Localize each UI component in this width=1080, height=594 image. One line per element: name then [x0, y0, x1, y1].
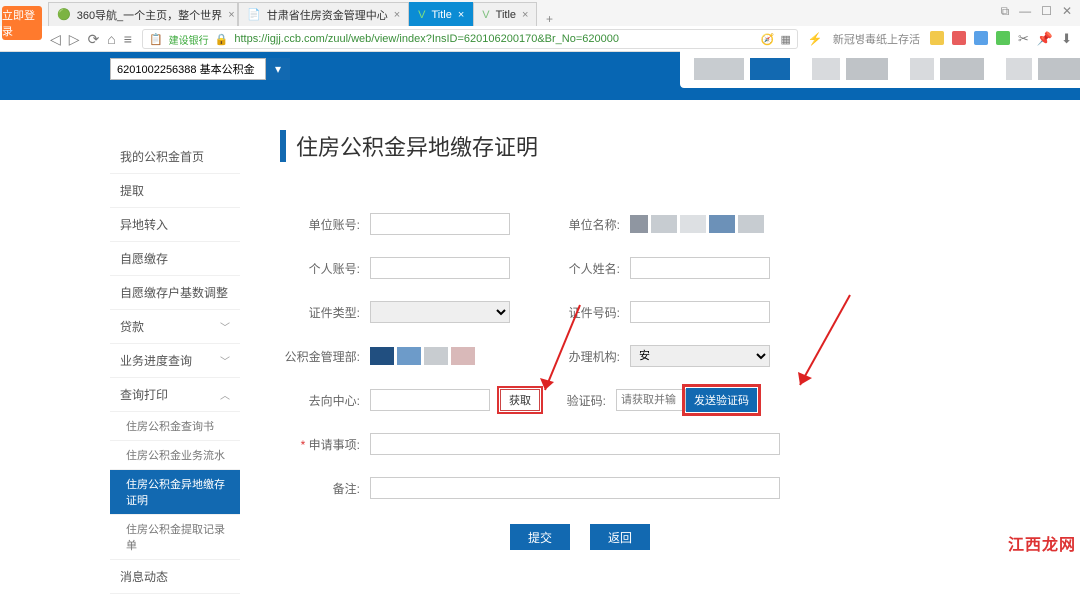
account-input[interactable]: [110, 58, 266, 80]
send-code-button[interactable]: 发送验证码: [686, 388, 757, 412]
pers-acct-input[interactable]: [370, 257, 510, 279]
ext-icon[interactable]: [930, 31, 944, 45]
label-dest: 去向中心:: [280, 392, 370, 409]
sidebar-item-messages[interactable]: 消息动态: [110, 560, 240, 594]
chevron-down-icon[interactable]: ▾: [266, 58, 290, 80]
window-min-icon[interactable]: —: [1019, 4, 1031, 19]
submit-button[interactable]: 提交: [510, 524, 570, 550]
browser-chrome: 🟢360导航_一个主页，整个世界× 📄甘肃省住房资金管理中心× VTitle× …: [0, 0, 1080, 52]
browser-tabs: 🟢360导航_一个主页，整个世界× 📄甘肃省住房资金管理中心× VTitle× …: [0, 0, 1080, 26]
sidebar-item-remote-cert[interactable]: 住房公积金异地缴存证明: [110, 470, 240, 515]
chevron-down-icon: ﹀: [220, 353, 230, 368]
sidebar-item-transfer[interactable]: 异地转入: [110, 208, 240, 242]
sidebar-item-progress[interactable]: 业务进度查询﹀: [110, 344, 240, 378]
scissors-icon[interactable]: ✂: [1018, 31, 1029, 47]
watermark: 江西龙网: [1008, 531, 1076, 555]
address-bar: ◁ ▷ ⟳ ⌂ ≡ 📋 建设银行 🔒 🧭 ▦ ⚡ 新冠병毒纸上存活 ✂ 📌 ⬇: [0, 26, 1080, 52]
close-icon[interactable]: ×: [522, 9, 528, 21]
remark-input[interactable]: [370, 477, 780, 499]
window-controls: ⧉ — ☐ ✕: [1001, 4, 1072, 19]
label-pers-acct: 个人账号:: [280, 260, 370, 277]
close-icon[interactable]: ×: [394, 9, 400, 21]
chevron-up-icon: ︿: [220, 387, 230, 402]
close-icon[interactable]: ×: [228, 9, 234, 21]
pin-icon[interactable]: 📌: [1037, 31, 1053, 47]
shield-icon[interactable]: ⚡: [808, 32, 823, 46]
label-cert-type: 证件类型:: [280, 304, 370, 321]
back-icon[interactable]: ◁: [50, 31, 61, 48]
window-popout-icon[interactable]: ⧉: [1001, 4, 1010, 19]
download-icon[interactable]: ⬇: [1061, 31, 1072, 47]
pers-name-input[interactable]: [630, 257, 770, 279]
label-pers-name: 个人姓名:: [540, 260, 630, 277]
sidebar-item-withdraw[interactable]: 提取: [110, 174, 240, 208]
back-button[interactable]: 返回: [590, 524, 650, 550]
forward-icon[interactable]: ▷: [69, 31, 80, 48]
label-agency: 办理机构:: [540, 348, 630, 365]
cert-icon: 📋: [149, 33, 163, 46]
sidebar-item-query-doc[interactable]: 住房公积金查询书: [110, 412, 240, 441]
dest-input[interactable]: [370, 389, 490, 411]
page-title: 住房公积金异地缴存证明: [280, 130, 1080, 162]
sidebar-item-voluntary[interactable]: 自愿缴存: [110, 242, 240, 276]
get-button[interactable]: 获取: [500, 389, 540, 411]
label-unit-name: 单位名称:: [540, 216, 630, 233]
window-close-icon[interactable]: ✕: [1062, 4, 1072, 19]
tab-360[interactable]: 🟢360导航_一个主页，整个世界×: [48, 2, 238, 26]
lock-icon: 🔒: [215, 33, 229, 46]
close-icon[interactable]: ×: [458, 9, 464, 21]
tab-gansu[interactable]: 📄甘肃省住房资金管理中心×: [238, 2, 409, 26]
account-selector[interactable]: ▾: [110, 58, 290, 80]
toolbar-right: ✂ 📌 ⬇: [930, 31, 1072, 47]
main-content: 住房公积金异地缴存证明 单位账号: 单位名称: 个人账号: 个人姓名: 证件类型…: [240, 100, 1080, 594]
ext-icon[interactable]: [952, 31, 966, 45]
cert-type-select[interactable]: [370, 301, 510, 323]
page-header: ▾: [0, 52, 1080, 100]
sidebar-item-home[interactable]: 我的公积金首页: [110, 140, 240, 174]
vcode-input[interactable]: [616, 389, 686, 411]
compass-icon[interactable]: 🧭: [761, 33, 775, 46]
tab-title[interactable]: VTitle×: [473, 2, 537, 26]
qr-icon[interactable]: ▦: [781, 33, 791, 46]
cert-no-input[interactable]: [630, 301, 770, 323]
header-redaction: [680, 50, 1080, 88]
reload-icon[interactable]: ⟳: [88, 31, 100, 48]
mgmt-redacted: [370, 347, 520, 365]
label-unit-acct: 单位账号:: [280, 216, 370, 233]
ext-icon[interactable]: [996, 31, 1010, 45]
home-icon[interactable]: ⌂: [107, 31, 115, 48]
window-max-icon[interactable]: ☐: [1041, 4, 1052, 19]
tab-title-active[interactable]: VTitle×: [409, 2, 473, 26]
sidebar-item-withdraw-rec[interactable]: 住房公积金提取记录单: [110, 515, 240, 560]
label-mgmt: 公积金管理部:: [280, 348, 370, 365]
login-badge[interactable]: 立即登录: [2, 6, 42, 40]
cert-label: 建设银行: [169, 32, 209, 47]
menu-icon[interactable]: ≡: [124, 31, 132, 48]
sidebar-item-print[interactable]: 查询打印︿: [110, 378, 240, 412]
label-vcode: 验证码:: [546, 392, 616, 409]
label-cert-no: 证件号码:: [540, 304, 630, 321]
sidebar-item-loan[interactable]: 贷款﹀: [110, 310, 240, 344]
label-remark: 备注:: [280, 480, 370, 497]
apply-input[interactable]: [370, 433, 780, 455]
sidebar: 我的公积金首页 提取 异地转入 自愿缴存 自愿缴存户基数调整 贷款﹀ 业务进度查…: [110, 140, 240, 594]
chevron-down-icon: ﹀: [220, 319, 230, 334]
unit-acct-input[interactable]: [370, 213, 510, 235]
label-apply: 申请事项:: [280, 436, 370, 453]
url-input[interactable]: [234, 33, 754, 45]
ext-icon[interactable]: [974, 31, 988, 45]
search-hint[interactable]: 新冠병毒纸上存活: [833, 31, 920, 47]
unit-name-redacted: [630, 215, 790, 233]
agency-select[interactable]: 安: [630, 345, 770, 367]
url-box[interactable]: 📋 建设银行 🔒 🧭 ▦: [142, 29, 798, 49]
sidebar-item-base-adjust[interactable]: 自愿缴存户基数调整: [110, 276, 240, 310]
new-tab-button[interactable]: +: [537, 12, 561, 26]
form: 单位账号: 单位名称: 个人账号: 个人姓名: 证件类型: 证件号码:: [280, 202, 1080, 550]
sidebar-item-flow[interactable]: 住房公积金业务流水: [110, 441, 240, 470]
